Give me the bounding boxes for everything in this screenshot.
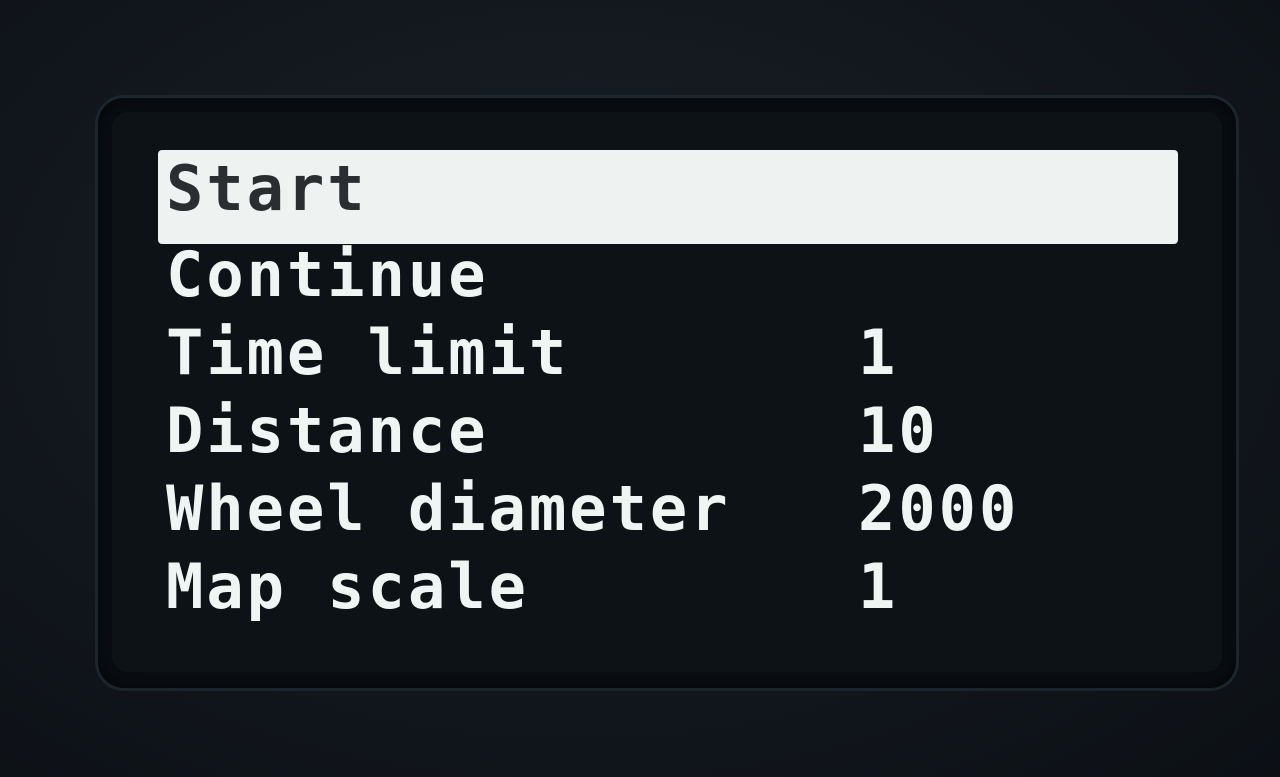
menu-item-wheel-diameter[interactable]: Wheel diameter 2000: [158, 474, 1178, 544]
settings-menu: Start Continue Time limit 1 Distance 10 …: [158, 150, 1178, 630]
menu-item-value: 1: [858, 316, 899, 389]
menu-item-label: Start: [166, 152, 368, 225]
menu-item-label: Continue: [166, 238, 489, 311]
menu-item-distance[interactable]: Distance 10: [158, 396, 1178, 466]
menu-item-label: Wheel diameter: [166, 472, 731, 545]
menu-item-label: Distance: [166, 394, 489, 467]
menu-item-label: Time limit: [166, 316, 570, 389]
menu-item-value: 1: [858, 550, 899, 623]
menu-item-time-limit[interactable]: Time limit 1: [158, 318, 1178, 388]
menu-item-map-scale[interactable]: Map scale 1: [158, 552, 1178, 622]
menu-item-label: Map scale: [166, 550, 529, 623]
menu-item-continue[interactable]: Continue: [158, 240, 1178, 310]
menu-item-start[interactable]: Start: [158, 150, 1178, 244]
menu-item-value: 2000: [858, 472, 1020, 545]
menu-item-value: 10: [858, 394, 939, 467]
